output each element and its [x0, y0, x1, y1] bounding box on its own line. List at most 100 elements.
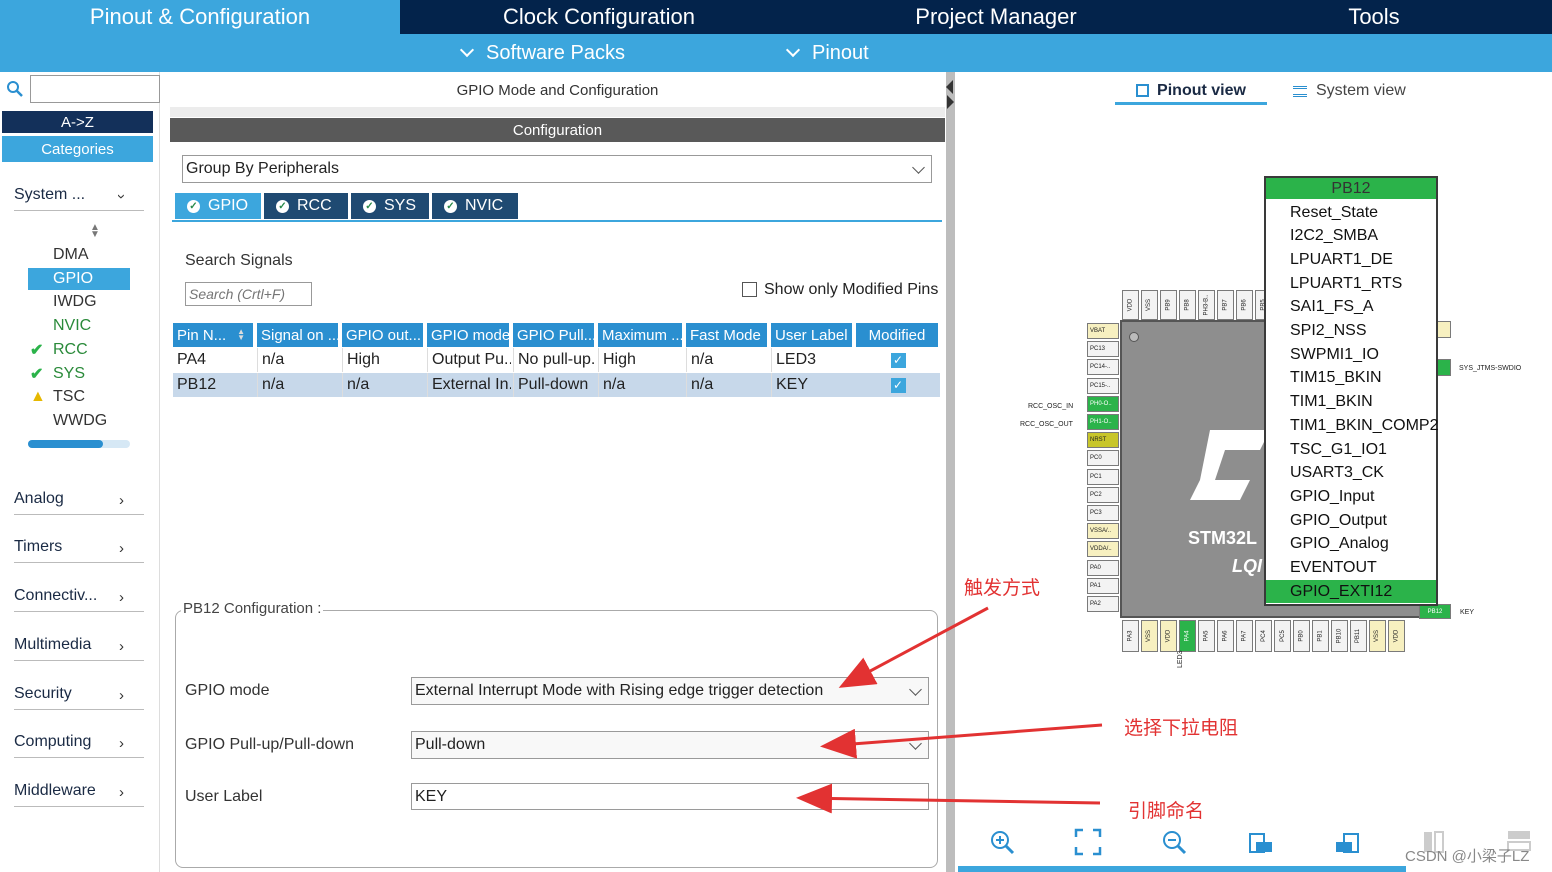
- category-multimedia[interactable]: Multimedia ›: [14, 636, 144, 661]
- column-header-6[interactable]: Fast Mode: [686, 323, 769, 347]
- table-cell[interactable]: PA4: [173, 348, 255, 372]
- pin-menu-item[interactable]: LPUART1_DE: [1266, 248, 1436, 271]
- sidebar-item-rcc[interactable]: ✔ RCC: [28, 339, 130, 361]
- pin-menu-item[interactable]: TSC_G1_IO1: [1266, 438, 1436, 461]
- pin-menu-item[interactable]: GPIO_Analog: [1266, 533, 1436, 556]
- pin-menu-item[interactable]: I2C2_SMBA: [1266, 225, 1436, 248]
- column-header-0[interactable]: Pin N... ▲ ▼: [173, 323, 255, 347]
- tab-nvic[interactable]: ✓ NVIC: [432, 193, 518, 219]
- pin-menu-item[interactable]: SPI2_NSS: [1266, 320, 1436, 343]
- zoom-out-icon[interactable]: [1160, 828, 1188, 856]
- pin-bottom[interactable]: PB1: [1312, 620, 1329, 652]
- pin-left[interactable]: PC15-..: [1087, 377, 1119, 394]
- pin-top[interactable]: PB6: [1236, 290, 1253, 320]
- tab-tools[interactable]: Tools: [1196, 0, 1552, 34]
- pin-menu-item[interactable]: Reset_State: [1266, 201, 1436, 224]
- table-cell[interactable]: KEY: [771, 373, 854, 397]
- pin-bottom[interactable]: PC4: [1255, 620, 1272, 652]
- pin-left[interactable]: PC0: [1087, 450, 1119, 467]
- pin-top[interactable]: VDD: [1122, 290, 1139, 320]
- sidebar-scrollbar[interactable]: [28, 440, 130, 448]
- table-cell[interactable]: High: [342, 348, 425, 372]
- pinout-menu[interactable]: Pinout: [785, 34, 869, 72]
- category-middleware[interactable]: Middleware ›: [14, 782, 144, 807]
- pin-left[interactable]: PH0-O..: [1087, 395, 1119, 412]
- pin-menu-item[interactable]: EVENTOUT: [1266, 557, 1436, 580]
- pin-bottom[interactable]: PA7: [1236, 620, 1253, 652]
- sidebar-item-tsc[interactable]: ▲ TSC: [28, 386, 130, 408]
- pin-right[interactable]: [1437, 321, 1451, 338]
- pin-menu-item[interactable]: SWPMI1_IO: [1266, 343, 1436, 366]
- collapse-left-icon[interactable]: [946, 80, 953, 94]
- category-system[interactable]: System ... ›: [14, 186, 144, 211]
- tab-project-manager[interactable]: Project Manager: [798, 0, 1194, 34]
- pin-bottom[interactable]: PA5: [1198, 620, 1215, 652]
- bottom-scrollbar[interactable]: [958, 866, 1406, 872]
- table-cell[interactable]: n/a: [342, 373, 425, 397]
- category-connectiv[interactable]: Connectiv... ›: [14, 587, 144, 612]
- tab-rcc[interactable]: ✓ RCC: [264, 193, 348, 219]
- category-analog[interactable]: Analog ›: [14, 490, 144, 515]
- pin-left[interactable]: PC14-..: [1087, 359, 1119, 376]
- column-header-5[interactable]: Maximum ...: [598, 323, 684, 347]
- pin-bottom[interactable]: PA6: [1217, 620, 1234, 652]
- sort-arrows-icon[interactable]: ▲ ▼: [90, 223, 100, 240]
- group-by-select[interactable]: Group By Peripherals: [182, 155, 932, 183]
- category-computing[interactable]: Computing ›: [14, 733, 144, 758]
- rotate-right-icon[interactable]: [1333, 828, 1361, 856]
- table-cell[interactable]: n/a: [257, 348, 340, 372]
- pin-bottom[interactable]: PB0: [1293, 620, 1310, 652]
- category-security[interactable]: Security ›: [14, 685, 144, 710]
- modified-checkbox[interactable]: ✓: [856, 348, 940, 372]
- column-header-3[interactable]: GPIO mode: [427, 323, 511, 347]
- pin-bottom[interactable]: VDD: [1160, 620, 1177, 652]
- table-cell[interactable]: n/a: [598, 373, 684, 397]
- table-cell[interactable]: PB12: [173, 373, 255, 397]
- pin-left[interactable]: VSSA/..: [1087, 523, 1119, 540]
- pin-left[interactable]: PC13: [1087, 341, 1119, 358]
- table-cell[interactable]: High: [598, 348, 684, 372]
- rotate-left-icon[interactable]: [1247, 828, 1275, 856]
- column-header-2[interactable]: GPIO out...: [342, 323, 425, 347]
- column-header-4[interactable]: GPIO Pull...: [513, 323, 596, 347]
- pin-bottom[interactable]: VSS: [1141, 620, 1158, 652]
- pin-menu-item[interactable]: GPIO_Input: [1266, 485, 1436, 508]
- show-modified-checkbox[interactable]: [742, 282, 757, 297]
- table-cell[interactable]: n/a: [686, 373, 769, 397]
- pin-left[interactable]: PC3: [1087, 505, 1119, 521]
- system-view-tab[interactable]: System view: [1293, 79, 1406, 103]
- category-timers[interactable]: Timers ›: [14, 538, 144, 563]
- pin-bottom[interactable]: PC5: [1274, 620, 1291, 652]
- pin-menu-item[interactable]: TIM1_BKIN_COMP2: [1266, 414, 1438, 437]
- pin-right-swdio[interactable]: [1437, 359, 1451, 376]
- pin-left[interactable]: NRST: [1087, 432, 1119, 449]
- software-packs-menu[interactable]: Software Packs: [459, 34, 625, 72]
- tab-clock-configuration[interactable]: Clock Configuration: [402, 0, 796, 34]
- pin-menu-item[interactable]: TIM15_BKIN: [1266, 367, 1436, 390]
- table-cell[interactable]: LED3: [771, 348, 854, 372]
- sidebar-item-wwdg[interactable]: WWDG: [28, 410, 130, 432]
- pin-menu-item[interactable]: GPIO_EXTI12: [1266, 580, 1436, 604]
- expand-right-icon[interactable]: [947, 95, 954, 109]
- table-cell[interactable]: n/a: [686, 348, 769, 372]
- sidebar-search-input[interactable]: [30, 75, 160, 103]
- table-cell[interactable]: Output Pu...: [427, 348, 511, 372]
- table-cell[interactable]: n/a: [257, 373, 340, 397]
- tab-gpio[interactable]: ✓ GPIO: [175, 193, 261, 219]
- column-header-1[interactable]: Signal on ...: [257, 323, 340, 347]
- pin-bottom[interactable]: PA4: [1179, 620, 1196, 652]
- sidebar-item-dma[interactable]: DMA: [28, 244, 130, 266]
- column-header-7[interactable]: User Label: [771, 323, 854, 347]
- zoom-in-icon[interactable]: [988, 828, 1016, 856]
- pin-bottom[interactable]: PB10: [1331, 620, 1348, 652]
- table-cell[interactable]: No pull-up...: [513, 348, 596, 372]
- column-header-8[interactable]: Modified: [856, 323, 940, 347]
- sort-az-button[interactable]: A->Z: [2, 111, 153, 133]
- sidebar-item-nvic[interactable]: NVIC: [28, 315, 130, 337]
- search-signals-input[interactable]: [185, 282, 312, 306]
- pin-bottom[interactable]: PB11: [1350, 620, 1367, 652]
- pin-top[interactable]: PB9: [1160, 290, 1177, 320]
- pin-menu-item[interactable]: USART3_CK: [1266, 462, 1436, 485]
- modified-checkbox[interactable]: ✓: [856, 373, 940, 397]
- pin-bottom[interactable]: VDD: [1388, 620, 1405, 652]
